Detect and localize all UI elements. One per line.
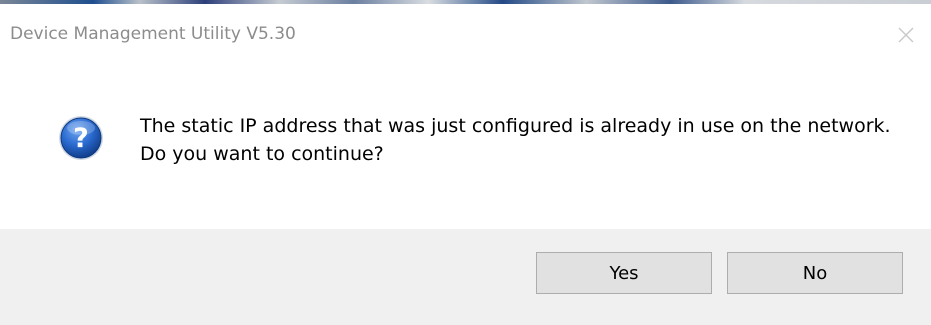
title-bar[interactable]: Device Management Utility V5.30 [0,4,931,62]
yes-button[interactable]: Yes [536,252,712,294]
window-title: Device Management Utility V5.30 [10,24,296,44]
question-icon: ? [58,115,104,161]
svg-text:?: ? [73,123,89,154]
message-dialog: Device Management Utility V5.30 ? The st… [0,0,931,325]
no-button[interactable]: No [727,252,903,294]
message-text: The static IP address that was just conf… [140,115,891,165]
close-button[interactable] [889,18,923,52]
close-icon [898,27,914,43]
button-bar: Yes No [0,229,931,325]
dialog-content: ? The static IP address that was just co… [0,62,931,229]
